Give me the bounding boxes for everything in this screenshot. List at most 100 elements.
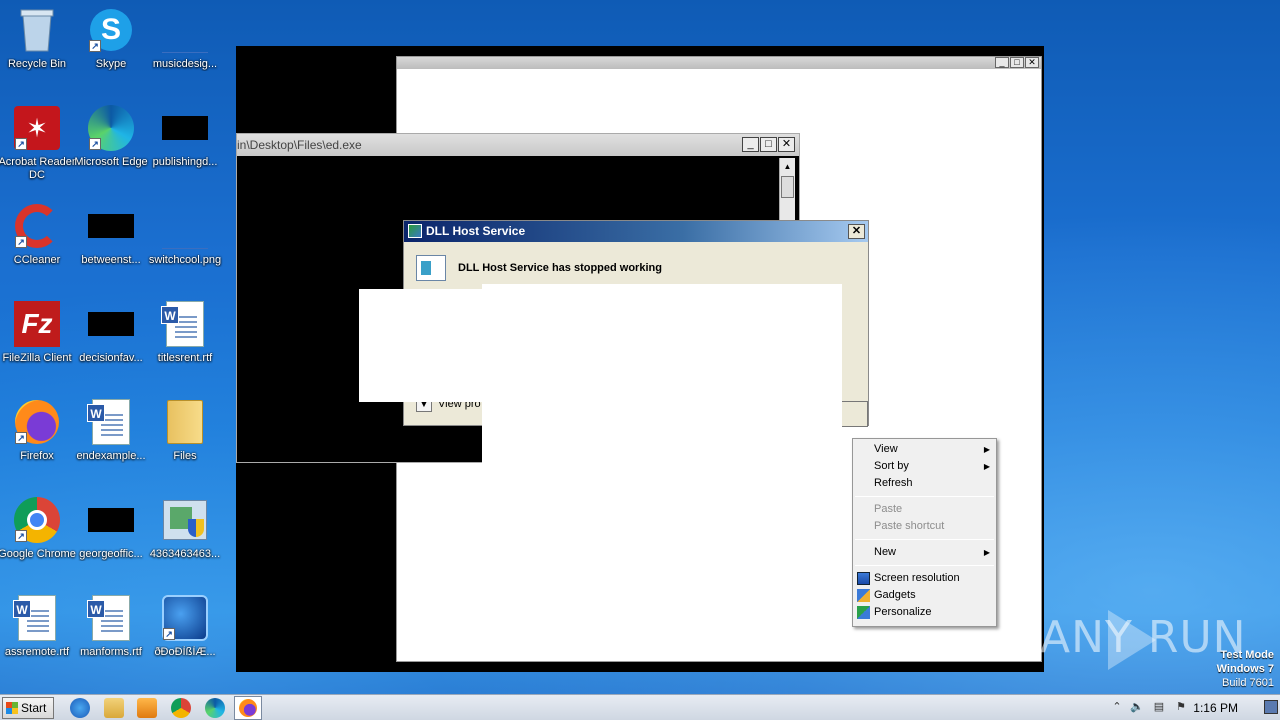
menu-item-label: Paste	[874, 503, 903, 515]
edge-icon[interactable]	[205, 698, 225, 718]
chrome-icon[interactable]	[171, 698, 191, 718]
desktop-icon-filezilla[interactable]: Fz FileZilla Client	[0, 294, 74, 384]
menu-item-screen-resolution[interactable]: Screen resolution	[853, 570, 996, 587]
minimize-button[interactable]: _	[995, 57, 1009, 68]
acrobat-icon: ✶ ↗	[13, 104, 61, 152]
clock[interactable]: 1:16 PM	[1193, 695, 1238, 720]
desktop-icon-titlesrent[interactable]: W titlesrent.rtf	[148, 294, 222, 384]
taskbar-firefox-active[interactable]	[234, 696, 262, 720]
app-icon	[408, 224, 422, 238]
desktop-icon-label: titlesrent.rtf	[157, 352, 213, 364]
desktop-icon-publishingd[interactable]: publishingd...	[148, 98, 222, 188]
desktop-icon-assremote[interactable]: W assremote.rtf	[0, 588, 74, 678]
start-button[interactable]: Start	[2, 697, 54, 719]
file-icon	[87, 300, 135, 348]
desktop-icon-recycle-bin[interactable]: Recycle Bin	[0, 0, 74, 90]
desktop-icon-label: Recycle Bin	[7, 58, 67, 70]
menu-item-paste-shortcut: Paste shortcut	[853, 518, 996, 535]
menu-item-label: View	[874, 443, 898, 455]
action-center-flag-icon[interactable]: ⚑	[1174, 700, 1188, 714]
desktop-icon-switchcool[interactable]: switchcool.png	[148, 196, 222, 286]
occlusion-patch	[482, 284, 842, 464]
desktop-icon-decisionfav[interactable]: decisionfav...	[74, 294, 148, 384]
menu-item-paste: Paste	[853, 501, 996, 518]
network-icon[interactable]: ▤	[1152, 700, 1166, 714]
close-button[interactable]: ✕	[778, 137, 795, 152]
scroll-thumb[interactable]	[781, 176, 794, 198]
setup-icon: ↗	[161, 594, 209, 642]
menu-separator	[855, 496, 994, 497]
desktop-icon-manforms[interactable]: W manforms.rtf	[74, 588, 148, 678]
desktop-icon-label: Acrobat Reader DC	[0, 156, 76, 181]
personalize-icon	[857, 606, 870, 619]
test-mode-label: Test Mode	[1220, 649, 1274, 661]
volume-icon[interactable]: 🔈	[1130, 700, 1144, 714]
desktop-icon-betweenst[interactable]: betweenst...	[74, 196, 148, 286]
internet-explorer-icon[interactable]	[70, 698, 90, 718]
word-doc-icon: W	[161, 300, 209, 348]
dialog-close-button[interactable]: ✕	[848, 224, 865, 239]
dialog-title-text: DLL Host Service	[426, 224, 526, 238]
desktop-icon-musicdesig[interactable]: musicdesig...	[148, 0, 222, 90]
desktop-icon-label: FileZilla Client	[2, 352, 72, 364]
dialog-button[interactable]	[840, 401, 868, 427]
menu-item-label: Personalize	[874, 606, 932, 618]
submenu-arrow-icon: ▶	[983, 445, 990, 454]
menu-item-label: Paste shortcut	[874, 520, 945, 532]
desktop-icon-label: Files	[173, 450, 197, 462]
occlusion-patch	[359, 289, 489, 402]
desktop-icon-georgeoffic[interactable]: georgeoffic...	[74, 490, 148, 580]
menu-item-new[interactable]: New ▶	[853, 544, 996, 561]
windows-flag-icon	[6, 702, 18, 714]
ccleaner-icon: ↗	[13, 202, 61, 250]
menu-item-personalize[interactable]: Personalize	[853, 604, 996, 621]
desktop-icon-acrobat[interactable]: ✶ ↗ Acrobat Reader DC	[0, 98, 76, 188]
menu-item-sort-by[interactable]: Sort by ▶	[853, 458, 996, 475]
close-button[interactable]: ✕	[1025, 57, 1039, 68]
chrome-icon: ↗	[13, 496, 61, 544]
desktop-icon-setup[interactable]: ↗ ðÐoÐÌßÌÆ...	[148, 588, 222, 678]
dialog-titlebar[interactable]: DLL Host Service ✕	[404, 221, 868, 242]
folder-icon	[161, 398, 209, 446]
desktop-icon-ccleaner[interactable]: ↗ CCleaner	[0, 196, 74, 286]
white-window-titlebar[interactable]: _ □ ✕	[397, 57, 1041, 69]
minimize-button[interactable]: _	[742, 137, 759, 152]
menu-item-gadgets[interactable]: Gadgets	[853, 587, 996, 604]
show-hidden-icons-icon[interactable]: ⌃	[1110, 700, 1124, 714]
scroll-up-arrow-icon[interactable]: ▲	[781, 159, 794, 174]
desktop-icon-firefox[interactable]: ↗ Firefox	[0, 392, 74, 482]
explorer-icon[interactable]	[104, 698, 124, 718]
desktop-icon-files[interactable]: Files	[148, 392, 222, 482]
desktop-icon-label: publishingd...	[152, 156, 218, 168]
desktop-icon-endexample[interactable]: W endexample...	[74, 392, 148, 482]
desktop-icon-label: assremote.rtf	[4, 646, 70, 658]
desktop-icon-edge[interactable]: ↗ Microsoft Edge	[74, 98, 148, 188]
menu-separator	[855, 565, 994, 566]
show-desktop-button[interactable]	[1264, 700, 1278, 714]
menu-item-refresh[interactable]: Refresh	[853, 475, 996, 492]
console-titlebar[interactable]: in\Desktop\Files\ed.exe _ □ ✕	[237, 134, 799, 156]
monitor-icon	[857, 572, 870, 585]
desktop-icon-chrome[interactable]: ↗ Google Chrome	[0, 490, 76, 580]
desktop-icon-label: decisionfav...	[79, 352, 143, 364]
anyrun-watermark: ANY RUN	[1040, 612, 1247, 663]
edge-icon: ↗	[87, 104, 135, 152]
menu-item-view[interactable]: View ▶	[853, 441, 996, 458]
desktop-icon-label: endexample...	[76, 450, 146, 462]
desktop-icon-installer[interactable]: 4363463463...	[148, 490, 222, 580]
test-mode-info: Test Mode Windows 7 Build 7601	[1217, 648, 1274, 690]
maximize-button[interactable]: □	[760, 137, 777, 152]
menu-item-label: Gadgets	[874, 589, 916, 601]
desktop-context-menu[interactable]: View ▶ Sort by ▶ Refresh Paste Paste short…	[852, 438, 997, 627]
media-player-icon[interactable]	[137, 698, 157, 718]
word-doc-icon: W	[13, 594, 61, 642]
desktop-icon-label: georgeoffic...	[79, 548, 143, 560]
maximize-button[interactable]: □	[1010, 57, 1024, 68]
desktop-icon-skype[interactable]: S ↗ Skype	[74, 0, 148, 90]
desktop-icon-label: manforms.rtf	[80, 646, 142, 658]
file-icon	[161, 6, 209, 54]
desktop-icon-label: 4363463463...	[149, 548, 221, 560]
dialog-message: DLL Host Service has stopped working	[458, 262, 662, 274]
firefox-icon: ↗	[13, 398, 61, 446]
program-icon	[416, 255, 446, 281]
